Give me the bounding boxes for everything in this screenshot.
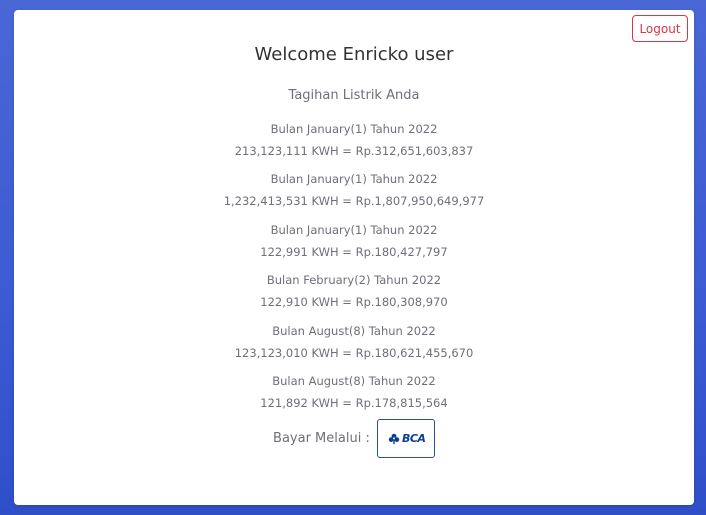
logout-button[interactable]: Logout	[632, 15, 688, 42]
payment-label: Bayar Melalui :	[273, 431, 370, 446]
bill-month: Bulan January(1) Tahun 2022	[270, 172, 438, 187]
bill-amount: 1,232,413,531 KWH = Rp.1,807,950,649,977	[223, 194, 485, 209]
bill-month: Bulan January(1) Tahun 2022	[270, 122, 438, 136]
bill-list: Bulan January(1) Tahun 2022 213,123,111 …	[14, 118, 694, 420]
bill-amount: 122,991 KWH = Rp.180,427,797	[260, 244, 448, 259]
bill-month: Bulan January(1) Tahun 2022	[270, 222, 438, 237]
bill-item: Bulan January(1) Tahun 2022 1,232,413,53…	[14, 168, 694, 218]
bca-logo-text: BCA	[401, 432, 426, 445]
bca-payment-button[interactable]: BCA	[376, 419, 435, 458]
main-card: Logout Welcome Enricko user Tagihan List…	[14, 10, 694, 505]
bill-month: Bulan August(8) Tahun 2022	[272, 323, 436, 338]
page-title: Welcome Enricko user	[254, 44, 454, 65]
bill-month: Bulan February(2) Tahun 2022	[266, 273, 442, 288]
bca-logo: BCA	[388, 432, 426, 445]
bill-item: Bulan August(8) Tahun 2022 123,123,010 K…	[14, 320, 694, 370]
bill-item: Bulan February(2) Tahun 2022 122,910 KWH…	[14, 269, 694, 319]
payment-row: Bayar Melalui : BCA	[14, 419, 694, 458]
bill-section-title: Tagihan Listrik Anda	[288, 88, 420, 103]
bca-logo-icon	[388, 433, 400, 444]
bill-item: Bulan January(1) Tahun 2022 213,123,111 …	[14, 118, 694, 168]
bill-item: Bulan August(8) Tahun 2022 121,892 KWH =…	[14, 370, 694, 420]
bill-month: Bulan August(8) Tahun 2022	[272, 373, 436, 388]
bill-amount: 122,910 KWH = Rp.180,308,970	[260, 295, 448, 310]
bill-amount: 213,123,111 KWH = Rp.312,651,603,837	[234, 144, 474, 158]
bill-amount: 123,123,010 KWH = Rp.180,621,455,670	[234, 345, 474, 360]
bill-item: Bulan January(1) Tahun 2022 122,991 KWH …	[14, 219, 694, 269]
bill-amount: 121,892 KWH = Rp.178,815,564	[260, 395, 448, 410]
